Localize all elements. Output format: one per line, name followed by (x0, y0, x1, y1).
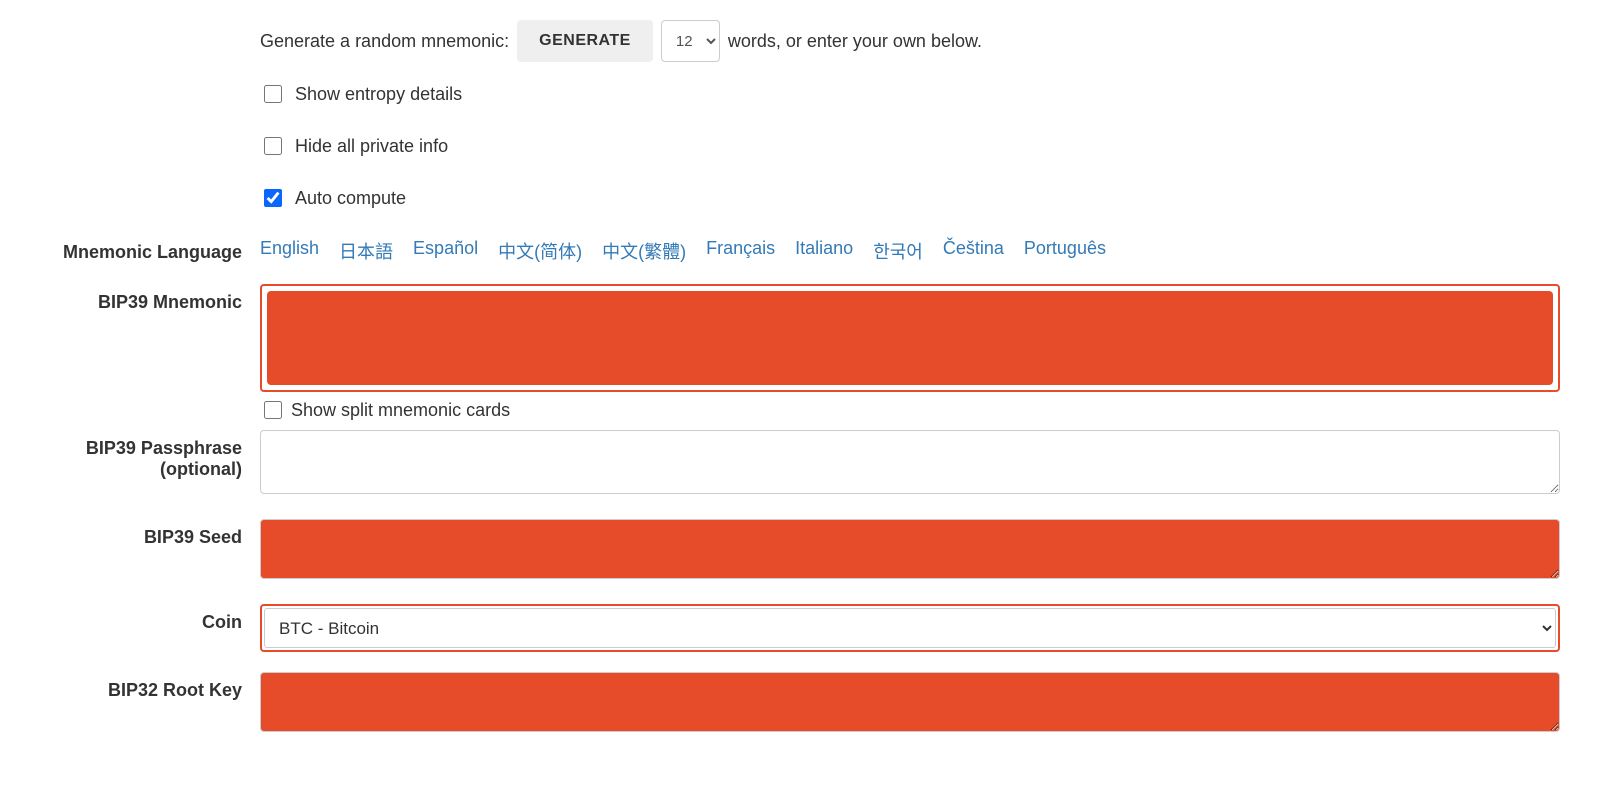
hide-private-label: Hide all private info (295, 136, 448, 157)
seed-input[interactable] (260, 519, 1560, 579)
language-link[interactable]: 中文(繁體) (602, 238, 686, 264)
auto-compute-row[interactable]: Auto compute (260, 186, 1560, 210)
auto-compute-checkbox[interactable] (264, 189, 282, 207)
mnemonic-highlight-box (260, 284, 1560, 392)
show-split-checkbox[interactable] (264, 401, 282, 419)
coin-highlight-box: BTC - Bitcoin (260, 604, 1560, 652)
language-link[interactable]: 中文(简体) (498, 238, 582, 264)
hide-private-checkbox[interactable] (264, 137, 282, 155)
generate-button[interactable]: GENERATE (517, 20, 653, 62)
bip39-mnemonic-label: BIP39 Mnemonic (40, 284, 260, 313)
root-key-label: BIP32 Root Key (40, 672, 260, 701)
language-link[interactable]: Čeština (943, 238, 1004, 264)
coin-label: Coin (40, 604, 260, 633)
word-count-select[interactable]: 12 (661, 20, 720, 62)
show-split-row[interactable]: Show split mnemonic cards (260, 398, 1560, 422)
language-link[interactable]: 日本語 (339, 238, 393, 264)
language-link[interactable]: Italiano (795, 238, 853, 264)
language-link[interactable]: Français (706, 238, 775, 264)
seed-label: BIP39 Seed (40, 519, 260, 548)
hide-private-row[interactable]: Hide all private info (260, 134, 1560, 158)
mnemonic-language-label: Mnemonic Language (40, 234, 260, 263)
passphrase-input[interactable] (260, 430, 1560, 494)
auto-compute-label: Auto compute (295, 188, 406, 209)
language-link[interactable]: 한국어 (873, 238, 923, 264)
language-link[interactable]: Español (413, 238, 478, 264)
language-list: English 日本語 Español 中文(简体) 中文(繁體) Français Ita… (260, 234, 1560, 264)
show-entropy-row[interactable]: Show entropy details (260, 82, 1560, 106)
generate-prefix: Generate a random mnemonic: (260, 31, 509, 52)
bip39-mnemonic-input[interactable] (267, 291, 1553, 385)
coin-select[interactable]: BTC - Bitcoin (264, 608, 1556, 648)
language-link[interactable]: Português (1024, 238, 1106, 264)
passphrase-label: BIP39 Passphrase (optional) (40, 430, 260, 480)
language-link[interactable]: English (260, 238, 319, 264)
show-split-label: Show split mnemonic cards (291, 400, 510, 421)
generate-suffix: words, or enter your own below. (728, 31, 982, 52)
root-key-input[interactable] (260, 672, 1560, 732)
show-entropy-label: Show entropy details (295, 84, 462, 105)
show-entropy-checkbox[interactable] (264, 85, 282, 103)
generate-controls: Generate a random mnemonic: GENERATE 12 … (260, 20, 1560, 62)
